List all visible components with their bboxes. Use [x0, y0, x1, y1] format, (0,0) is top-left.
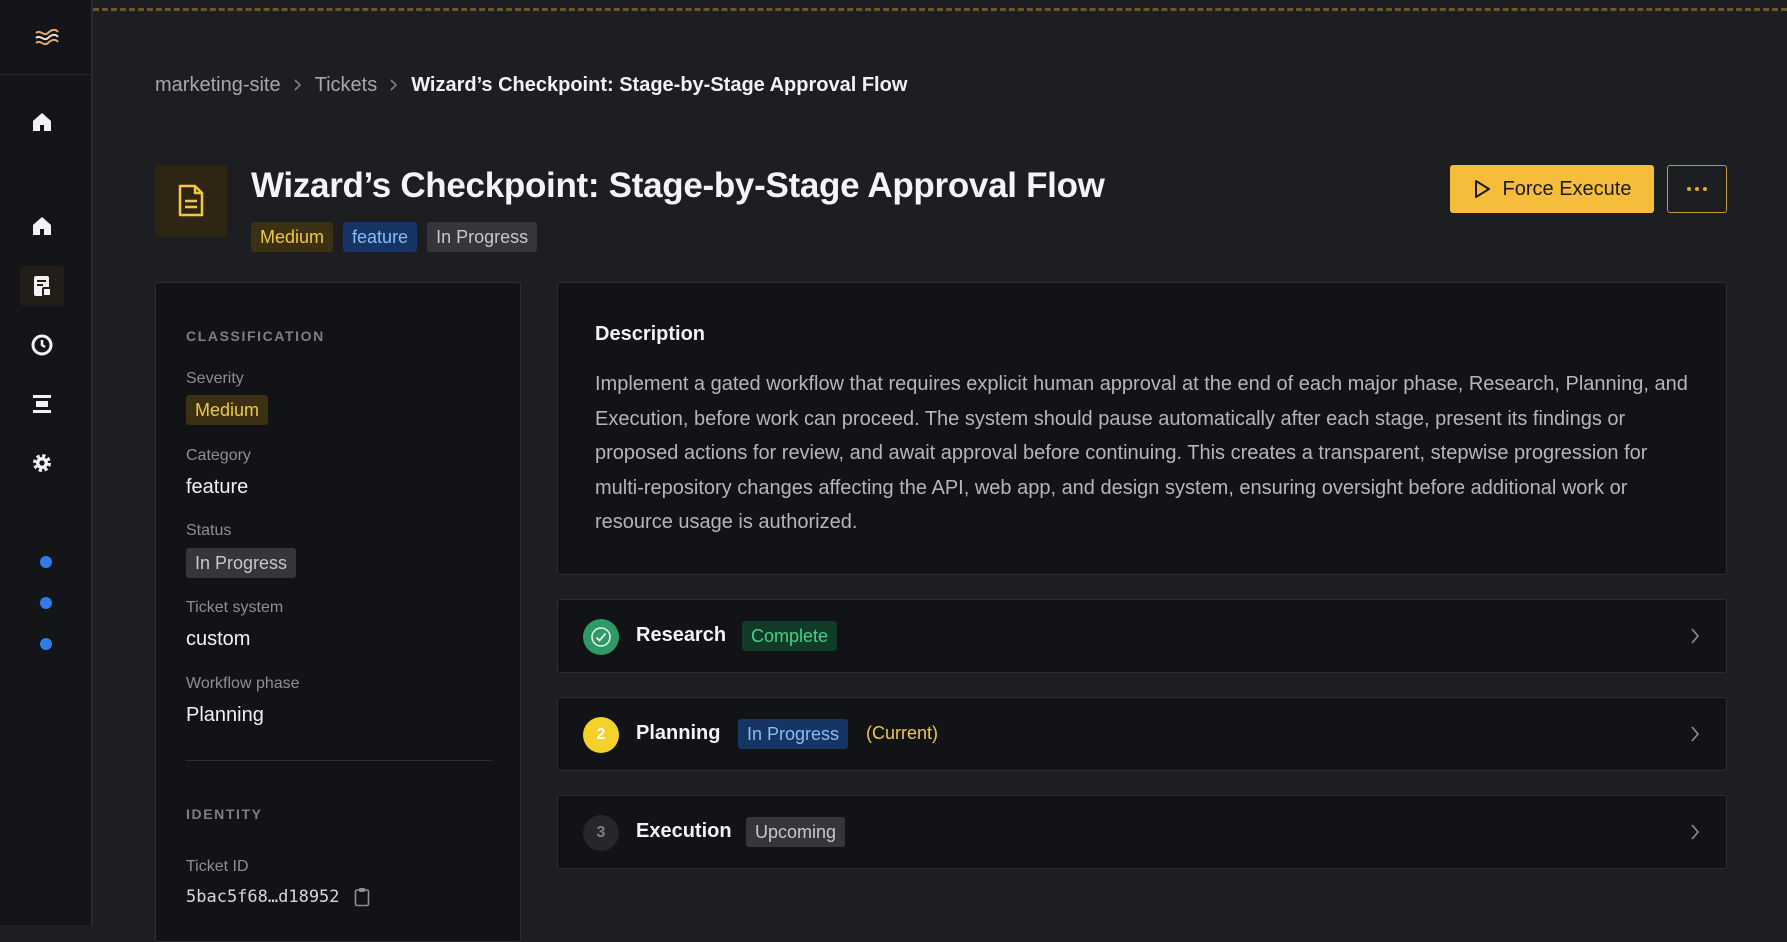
workflow-phase-value: Planning — [186, 704, 264, 726]
status-value: In Progress — [186, 548, 297, 578]
ticket-icon — [34, 276, 52, 297]
description-body: Implement a gated workflow that requires… — [595, 373, 1688, 533]
breadcrumb-tickets[interactable]: Tickets — [315, 74, 378, 97]
severity-label: Severity — [186, 370, 244, 387]
force-execute-button[interactable]: Force Execute — [1450, 165, 1654, 213]
status-label: Status — [186, 522, 232, 539]
check-circle-icon — [583, 619, 619, 655]
home-icon — [33, 113, 51, 131]
status-dot — [40, 597, 52, 609]
chevron-right-icon — [389, 78, 399, 92]
logo[interactable] — [0, 0, 93, 75]
sidebar — [0, 0, 93, 925]
chevron-right-icon — [1690, 823, 1700, 846]
ticket-header-icon — [155, 165, 227, 237]
more-horizontal-icon — [1687, 187, 1707, 191]
phase-number-badge: 2 — [583, 717, 619, 753]
sidebar-item-dashboard[interactable] — [22, 206, 62, 246]
category-label: Category — [186, 447, 251, 464]
breadcrumb: marketing-site Tickets Wizard’s Checkpoi… — [155, 72, 907, 98]
force-execute-label: Force Execute — [1502, 177, 1632, 200]
page-title: Wizard’s Checkpoint: Stage-by-Stage Appr… — [251, 166, 1105, 205]
sidebar-item-settings[interactable] — [22, 443, 62, 483]
ticket-system-value: custom — [186, 628, 251, 650]
main-content: marketing-site Tickets Wizard’s Checkpoi… — [93, 0, 1787, 942]
breadcrumb-current: Wizard’s Checkpoint: Stage-by-Stage Appr… — [411, 73, 908, 96]
phase-status-badge: Upcoming — [746, 817, 846, 847]
description-title: Description — [595, 323, 706, 345]
divider — [186, 760, 492, 761]
ticket-id-value: 5bac5f68…d18952 — [186, 887, 340, 907]
document-icon — [178, 184, 204, 217]
more-options-button[interactable] — [1667, 165, 1727, 213]
phase-name: Research — [636, 624, 727, 646]
list-icon — [33, 395, 51, 413]
workflow-phase-label: Workflow phase — [186, 675, 300, 692]
phase-research[interactable]: Research Complete — [557, 599, 1727, 673]
chevron-right-icon — [1690, 627, 1700, 650]
sidebar-item-home[interactable] — [22, 102, 62, 142]
phase-status-badge: Complete — [742, 621, 838, 651]
sidebar-item-queue[interactable] — [22, 384, 62, 424]
chevron-right-icon — [1690, 725, 1700, 748]
phase-number-badge: 3 — [583, 815, 619, 851]
phase-name: Execution — [636, 820, 732, 842]
ticket-tags: Medium feature In Progress — [251, 222, 538, 252]
status-dot — [40, 638, 52, 650]
gear-icon — [33, 454, 51, 472]
clipboard-icon — [354, 888, 369, 907]
details-panel: CLASSIFICATION Severity Medium Category … — [155, 282, 521, 942]
classification-heading: CLASSIFICATION — [186, 328, 325, 344]
phase-planning[interactable]: 2 Planning In Progress (Current) — [557, 697, 1727, 771]
status-dot — [40, 556, 52, 568]
phase-name: Planning — [636, 722, 721, 744]
severity-badge: Medium — [251, 222, 334, 252]
identity-heading: IDENTITY — [186, 806, 263, 822]
phase-execution[interactable]: 3 Execution Upcoming — [557, 795, 1727, 869]
wave-logo-icon — [34, 28, 59, 46]
chevron-right-icon — [293, 78, 303, 92]
category-value: feature — [186, 476, 249, 498]
copy-button[interactable] — [354, 887, 370, 907]
breadcrumb-project[interactable]: marketing-site — [155, 74, 281, 97]
clock-icon — [31, 334, 53, 356]
current-phase-note: (Current) — [866, 723, 939, 743]
sidebar-item-tickets[interactable] — [20, 266, 64, 306]
ticket-system-label: Ticket system — [186, 599, 284, 616]
severity-value: Medium — [186, 395, 269, 425]
play-icon — [1474, 180, 1490, 198]
home-icon — [33, 217, 51, 235]
phase-status-badge: In Progress — [738, 719, 849, 749]
status-badge: In Progress — [427, 222, 538, 252]
ticket-id-row: 5bac5f68…d18952 — [186, 887, 370, 907]
ticket-id-label: Ticket ID — [186, 858, 249, 875]
description-card: Description Implement a gated workflow t… — [557, 282, 1727, 575]
sidebar-item-history[interactable] — [22, 325, 62, 365]
category-badge: feature — [343, 222, 418, 252]
